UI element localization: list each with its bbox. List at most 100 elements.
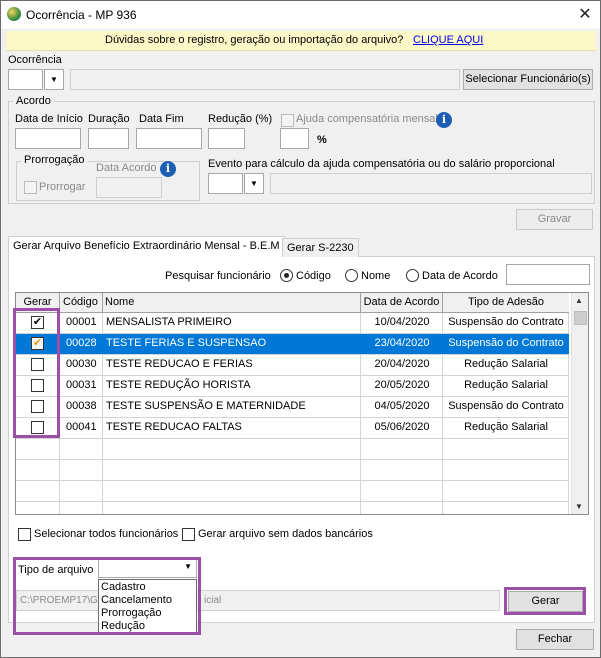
tab-gerar-s2230[interactable]: Gerar S-2230 (282, 238, 359, 258)
ajuda-compensatoria-checkbox[interactable] (281, 114, 294, 127)
employee-table: Gerar Código Nome Data de Acordo Tipo de… (15, 292, 589, 515)
column-header-codigo[interactable]: Código (60, 293, 103, 313)
reducao-label: Redução (%) (208, 113, 273, 125)
search-by-data-radio[interactable] (406, 269, 419, 282)
help-infobar: Dúvidas sobre o registro, geração ou imp… (6, 31, 596, 51)
ajuda-compensatoria-label: Ajuda compensatória mensal (296, 113, 438, 125)
evento-dropdown-button[interactable]: ▼ (244, 173, 264, 194)
gravar-button[interactable]: Gravar (516, 209, 593, 230)
help-text: Dúvidas sobre o registro, geração ou imp… (105, 34, 404, 46)
cell-nome: TESTE REDUCAO E FERIAS (106, 358, 253, 370)
table-row[interactable]: 00031 TESTE REDUÇÃO HORISTA 20/05/2020 Redu… (16, 376, 569, 397)
cell-nome: TESTE SUSPENSÃO E MATERNIDADE (106, 400, 306, 412)
cell-data: 04/05/2020 (374, 400, 430, 412)
cell-tipo: Redução Salarial (464, 379, 548, 391)
table-row[interactable]: 00030 TESTE REDUCAO E FERIAS 20/04/2020 Red… (16, 355, 569, 376)
cell-data: 23/04/2020 (374, 337, 430, 349)
cell-data: 05/06/2020 (374, 421, 430, 433)
cell-data: 20/04/2020 (374, 358, 430, 370)
empty-row (16, 460, 569, 481)
cell-data: 20/05/2020 (374, 379, 430, 391)
ocorrencia-dropdown-button[interactable]: ▼ (44, 69, 64, 90)
acordo-group-title: Acordo (13, 95, 54, 107)
help-link[interactable]: CLIQUE AQUI (413, 34, 483, 46)
search-by-codigo-label: Código (296, 270, 331, 282)
data-fim-input[interactable] (136, 128, 202, 149)
table-header: Gerar Código Nome Data de Acordo Tipo de… (16, 293, 569, 313)
percent-sign: % (317, 134, 327, 146)
column-header-nome[interactable]: Nome (103, 293, 361, 313)
highlight-gerar-button (504, 587, 586, 615)
ocorrencia-label: Ocorrência (8, 54, 62, 66)
empty-row (16, 481, 569, 502)
cell-tipo: Suspensão do Contrato (448, 337, 564, 349)
app-icon (7, 7, 21, 21)
cell-codigo: 00038 (66, 400, 97, 412)
cell-tipo: Redução Salarial (464, 358, 548, 370)
data-fim-label: Data Fim (139, 113, 184, 125)
table-row[interactable]: ✔ 00001 MENSALISTA PRIMEIRO 10/04/2020 Suspe… (16, 313, 569, 334)
data-inicio-input[interactable] (15, 128, 81, 149)
table-row[interactable]: 00038 TESTE SUSPENSÃO E MATERNIDADE 04/05/… (16, 397, 569, 418)
evento-description-field (270, 173, 592, 194)
search-by-nome-label: Nome (361, 270, 391, 282)
cell-codigo: 00041 (66, 421, 97, 433)
cell-codigo: 00030 (66, 358, 97, 370)
cell-codigo: 00028 (66, 337, 97, 349)
prorrogacao-group-title: Prorrogação (21, 154, 88, 166)
table-row[interactable]: 00041 TESTE REDUCAO FALTAS 05/06/2020 Reduç… (16, 418, 569, 439)
cell-nome: TESTE REDUCAO FALTAS (106, 421, 242, 433)
column-header-tipo-adesao[interactable]: Tipo de Adesão (443, 293, 569, 313)
highlight-tipo-arquivo (13, 557, 201, 635)
output-path-text-right: icial (204, 595, 222, 606)
title-bar: Ocorrência - MP 936 ✕ (1, 1, 600, 29)
table-scrollbar[interactable]: ▲ ▼ (571, 293, 588, 514)
select-employee-button[interactable]: Selecionar Funcionário(s) (463, 69, 593, 90)
cell-nome: MENSALISTA PRIMEIRO (106, 316, 232, 328)
prorrogar-checkbox[interactable] (24, 181, 37, 194)
no-bank-data-label: Gerar arquivo sem dados bancários (198, 528, 373, 540)
empty-row (16, 439, 569, 460)
scroll-down-icon[interactable]: ▼ (575, 502, 583, 511)
reducao-input[interactable] (208, 128, 245, 149)
evento-label: Evento para cálculo da ajuda compensatór… (208, 158, 555, 170)
close-icon[interactable]: ✕ (575, 5, 595, 25)
search-label: Pesquisar funcionário (165, 270, 271, 282)
chevron-down-icon: ▼ (50, 75, 58, 84)
cell-codigo: 00031 (66, 379, 97, 391)
search-by-data-label: Data de Acordo (422, 270, 498, 282)
cell-nome: TESTE REDUÇÃO HORISTA (106, 379, 251, 391)
cell-tipo: Suspensão do Contrato (448, 400, 564, 412)
ocorrencia-description-field (70, 69, 460, 90)
window-title: Ocorrência - MP 936 (26, 8, 137, 22)
data-acordo-input (96, 177, 162, 198)
tab-gerar-arquivo-bem[interactable]: Gerar Arquivo Benefício Extraordinário M… (8, 236, 285, 258)
select-all-label: Selecionar todos funcionários (34, 528, 179, 540)
search-by-codigo-radio[interactable] (280, 269, 293, 282)
no-bank-data-checkbox[interactable] (182, 528, 195, 541)
scroll-up-icon[interactable]: ▲ (575, 296, 583, 305)
evento-code-input[interactable] (208, 173, 243, 194)
info-icon[interactable]: i (160, 161, 176, 177)
column-header-data-acordo[interactable]: Data de Acordo (361, 293, 443, 313)
duracao-label: Duração (88, 113, 130, 125)
highlight-gerar-column (13, 308, 60, 438)
info-icon[interactable]: i (436, 112, 452, 128)
window: Ocorrência - MP 936 ✕ Dúvidas sobre o re… (0, 0, 601, 658)
cell-data: 10/04/2020 (374, 316, 430, 328)
search-input[interactable] (506, 264, 590, 285)
table-row[interactable]: ✔ 00028 TESTE FERIAS E SUSPENSAO 23/04/2020… (16, 334, 569, 355)
scrollbar-thumb[interactable] (574, 311, 587, 325)
cell-nome: TESTE FERIAS E SUSPENSAO (106, 337, 267, 349)
data-acordo-label: Data Acordo (96, 162, 157, 174)
search-by-nome-radio[interactable] (345, 269, 358, 282)
fechar-button[interactable]: Fechar (516, 629, 594, 650)
duracao-input[interactable] (88, 128, 129, 149)
ocorrencia-code-input[interactable] (8, 69, 43, 90)
cell-tipo: Suspensão do Contrato (448, 316, 564, 328)
chevron-down-icon: ▼ (250, 179, 258, 188)
select-all-checkbox[interactable] (18, 528, 31, 541)
cell-tipo: Redução Salarial (464, 421, 548, 433)
cell-codigo: 00001 (66, 316, 97, 328)
ajuda-percent-input[interactable] (280, 128, 309, 149)
